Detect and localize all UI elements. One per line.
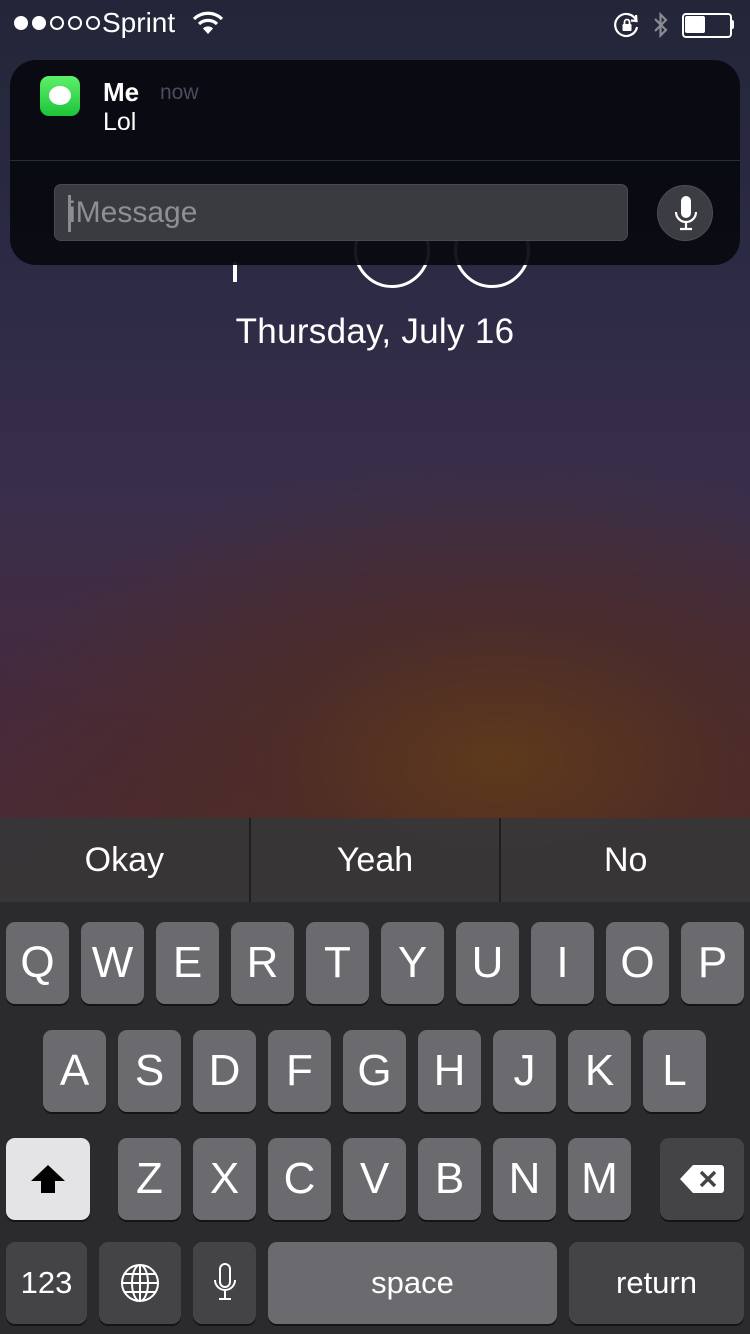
rotation-lock-icon [614, 12, 640, 43]
key-e[interactable]: E [156, 922, 219, 1004]
clock-digit-fragment [233, 262, 237, 282]
space-key[interactable]: space [268, 1242, 557, 1324]
microphone-icon [674, 196, 698, 231]
lock-screen-date: Thursday, July 16 [235, 312, 515, 351]
microphone-icon [213, 1263, 236, 1300]
suggestion-okay[interactable]: Okay [0, 818, 249, 902]
divider [10, 160, 740, 161]
key-n[interactable]: N [493, 1138, 556, 1220]
key-k[interactable]: K [568, 1030, 631, 1112]
key-h[interactable]: H [418, 1030, 481, 1112]
keyboard: Q W E R T Y U I O P A S D F G H J K L Z … [0, 902, 750, 1334]
suggestion-yeah[interactable]: Yeah [248, 818, 500, 902]
globe-icon [121, 1264, 159, 1302]
key-f[interactable]: F [268, 1030, 331, 1112]
signal-dot [86, 16, 100, 30]
quick-reply-field[interactable] [54, 184, 628, 241]
notification-timestamp: now [160, 81, 199, 104]
dictation-key[interactable] [193, 1242, 256, 1324]
carrier-name: Sprint [102, 7, 176, 38]
key-m[interactable]: M [568, 1138, 631, 1220]
return-key[interactable]: return [569, 1242, 744, 1324]
key-r[interactable]: R [231, 922, 294, 1004]
battery-icon [682, 13, 734, 38]
key-c[interactable]: C [268, 1138, 331, 1220]
message-notification[interactable]: Me now Lol [10, 60, 740, 265]
delete-key[interactable] [660, 1138, 744, 1220]
key-s[interactable]: S [118, 1030, 181, 1112]
key-t[interactable]: T [306, 922, 369, 1004]
signal-dot [68, 16, 82, 30]
key-z[interactable]: Z [118, 1138, 181, 1220]
status-bar: Sprint [0, 0, 750, 48]
key-g[interactable]: G [343, 1030, 406, 1112]
key-x[interactable]: X [193, 1138, 256, 1220]
key-d[interactable]: D [193, 1030, 256, 1112]
key-b[interactable]: B [418, 1138, 481, 1220]
signal-dot [50, 16, 64, 30]
key-y[interactable]: Y [381, 922, 444, 1004]
signal-dot [14, 16, 28, 30]
bluetooth-icon [652, 11, 670, 44]
dictation-button[interactable] [657, 185, 713, 241]
wifi-icon [192, 10, 224, 41]
key-u[interactable]: U [456, 922, 519, 1004]
messages-icon [40, 76, 80, 116]
key-w[interactable]: W [81, 922, 144, 1004]
key-p[interactable]: P [681, 922, 744, 1004]
suggestion-no[interactable]: No [499, 818, 750, 902]
key-q[interactable]: Q [6, 922, 69, 1004]
key-l[interactable]: L [643, 1030, 706, 1112]
imessage-input[interactable] [69, 185, 609, 240]
key-a[interactable]: A [43, 1030, 106, 1112]
shift-arrow-icon [31, 1165, 65, 1193]
notification-sender: Me [103, 77, 140, 107]
key-j[interactable]: J [493, 1030, 556, 1112]
key-i[interactable]: I [531, 922, 594, 1004]
key-o[interactable]: O [606, 922, 669, 1004]
signal-dot [32, 16, 46, 30]
numbers-key[interactable]: 123 [6, 1242, 87, 1324]
key-v[interactable]: V [343, 1138, 406, 1220]
notification-message: Lol [103, 108, 137, 136]
predictive-bar: Okay Yeah No [0, 818, 750, 902]
globe-key[interactable] [99, 1242, 181, 1324]
backspace-icon [680, 1165, 724, 1193]
signal-strength [14, 16, 100, 30]
shift-key[interactable] [6, 1138, 90, 1220]
